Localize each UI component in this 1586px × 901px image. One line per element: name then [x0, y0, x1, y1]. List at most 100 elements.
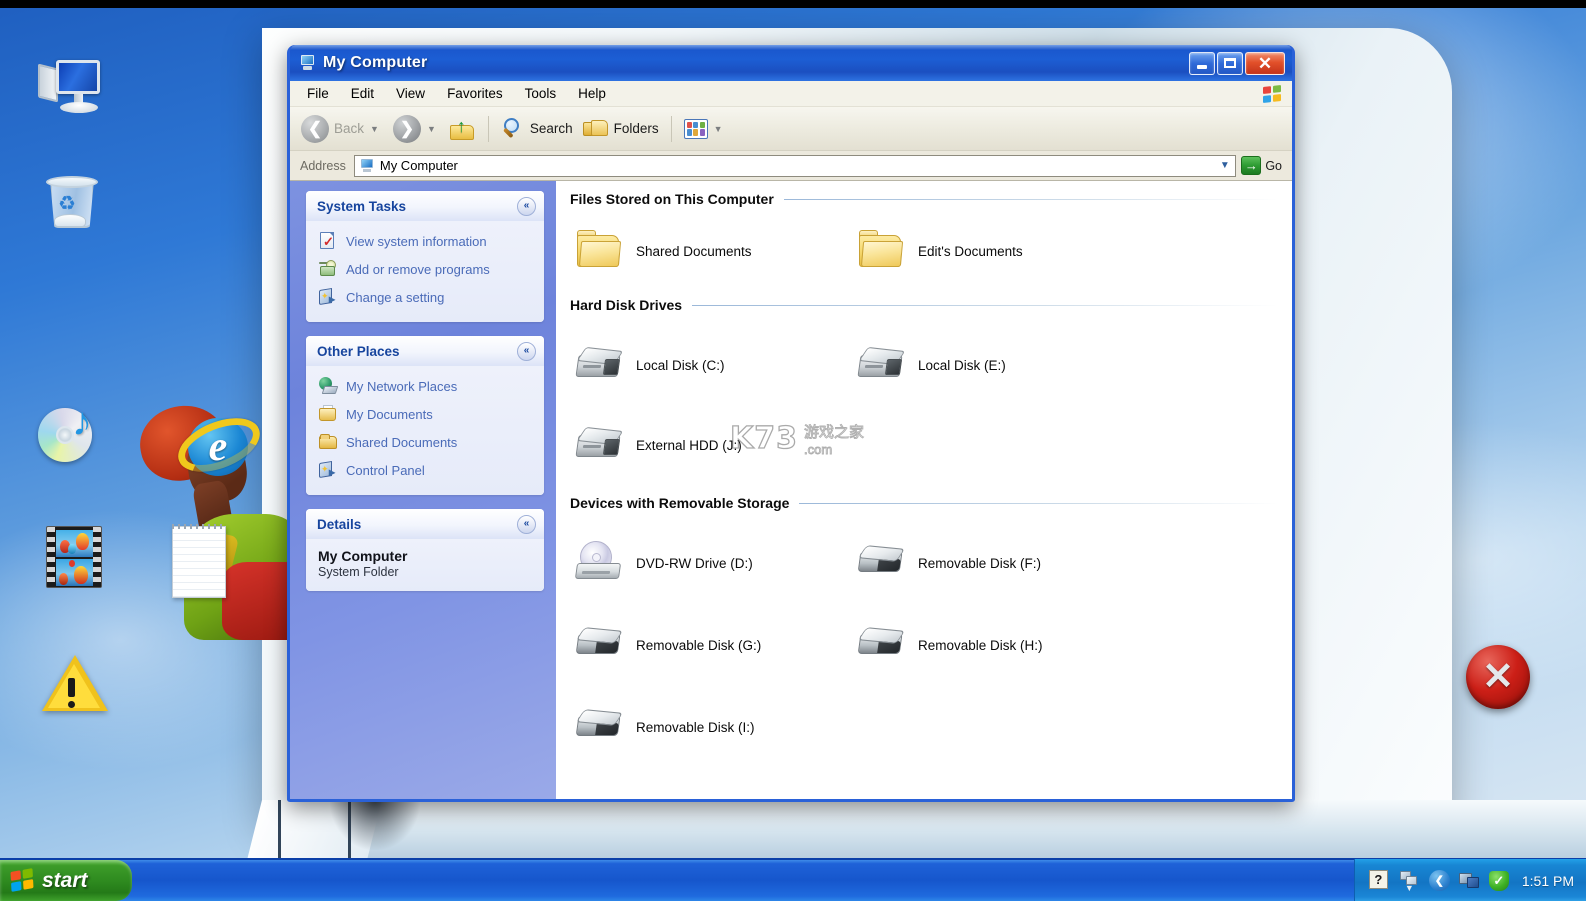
views-button[interactable]: ▼: [679, 116, 732, 142]
views-icon: [684, 119, 708, 139]
chevron-up-icon[interactable]: «: [517, 197, 536, 216]
add-remove-programs-icon: [318, 259, 338, 279]
film-strip-desktop-icon[interactable]: [38, 520, 112, 594]
menu-item-edit[interactable]: Edit: [340, 83, 385, 104]
address-label: Address: [294, 159, 354, 173]
panel-other-places-header[interactable]: Other Places «: [306, 336, 544, 366]
monitor-side-panel-icon: [38, 64, 58, 103]
folder-icon: [574, 229, 624, 273]
start-button[interactable]: start: [0, 860, 132, 901]
sidebar-item-my-documents[interactable]: My Documents: [316, 401, 538, 427]
list-item[interactable]: Removable Disk (I:): [566, 699, 848, 755]
list-item[interactable]: External HDD (J:): [566, 417, 848, 473]
removable-disk-icon: [856, 623, 906, 667]
views-dropdown-icon[interactable]: ▼: [714, 124, 723, 134]
list-item[interactable]: Edit's Documents: [848, 223, 1130, 279]
forward-dropdown-icon[interactable]: ▼: [427, 124, 436, 134]
letterbox-band: [0, 0, 1586, 8]
list-item[interactable]: Local Disk (C:): [566, 337, 848, 393]
folders-button[interactable]: Folders: [578, 115, 664, 143]
sidebar-item-add-or-remove-programs[interactable]: Add or remove programs: [316, 256, 538, 282]
menu-item-file[interactable]: File: [296, 83, 340, 104]
details-item-name: My Computer: [318, 548, 534, 564]
group-title: Devices with Removable Storage: [570, 495, 799, 511]
sidebar-item-label: Change a setting: [346, 290, 444, 305]
system-info-icon: ✓: [318, 231, 338, 251]
close-icon: ✕: [1482, 658, 1514, 696]
sidebar-item-shared-documents[interactable]: Shared Documents: [316, 429, 538, 455]
window-body: System Tasks « ✓ View system information: [290, 181, 1292, 799]
panel-details-header[interactable]: Details «: [306, 509, 544, 539]
list-item[interactable]: DVD-RW Drive (D:): [566, 535, 848, 591]
security-shield-tray-icon[interactable]: ✓: [1489, 871, 1509, 891]
sidebar-item-change-a-setting[interactable]: ✦▸ Change a setting: [316, 284, 538, 310]
network-places-icon: [318, 376, 338, 396]
group-items: Shared Documents Edit's Documents: [556, 209, 1292, 293]
chevron-up-icon[interactable]: «: [517, 515, 536, 534]
list-item[interactable]: Removable Disk (G:): [566, 617, 848, 673]
help-tray-icon[interactable]: ?: [1369, 870, 1390, 891]
notepad-spiral-icon: [172, 524, 226, 529]
media-cd-desktop-icon[interactable]: ♪: [34, 398, 108, 472]
show-hidden-icons-icon[interactable]: ❮: [1429, 870, 1450, 891]
hard-disk-icon: [574, 343, 624, 387]
address-dropdown-icon[interactable]: ▼: [1216, 156, 1233, 176]
warning-exclamation-dot-icon: [68, 701, 75, 708]
group-header[interactable]: Devices with Removable Storage: [556, 495, 1292, 511]
task-pane-sidebar: System Tasks « ✓ View system information: [290, 181, 556, 799]
back-dropdown-icon[interactable]: ▼: [370, 124, 379, 134]
close-overlay-button[interactable]: ✕: [1466, 645, 1530, 709]
list-item[interactable]: Shared Documents: [566, 223, 848, 279]
back-arrow-icon: ❮: [301, 115, 329, 143]
navigation-toolbar: ❮ Back ▼ ❯ ▼ ↑ Search: [290, 107, 1292, 151]
list-item[interactable]: Removable Disk (F:): [848, 535, 1130, 591]
group-title: Hard Disk Drives: [570, 297, 692, 313]
group-header[interactable]: Files Stored on This Computer: [556, 191, 1292, 207]
my-computer-icon: [298, 54, 316, 72]
group-header[interactable]: Hard Disk Drives: [556, 297, 1292, 313]
folder-icon: [856, 229, 906, 273]
group-devices-with-removable-storage: Devices with Removable Storage DVD-RW Dr…: [556, 495, 1292, 759]
list-item[interactable]: Local Disk (E:): [848, 337, 1130, 393]
sidebar-item-view-system-information[interactable]: ✓ View system information: [316, 228, 538, 254]
forward-button[interactable]: ❯ ▼: [388, 112, 445, 146]
menu-item-view[interactable]: View: [385, 83, 436, 104]
group-hard-disk-drives: Hard Disk Drives Local Disk (C:): [556, 297, 1292, 491]
chevron-up-icon[interactable]: «: [517, 342, 536, 361]
minimize-button[interactable]: [1189, 52, 1215, 75]
up-one-level-button[interactable]: ↑: [445, 114, 481, 144]
panel-system-tasks-header[interactable]: System Tasks «: [306, 191, 544, 221]
window-titlebar[interactable]: My Computer ✕: [290, 45, 1292, 81]
sidebar-item-label: Add or remove programs: [346, 262, 490, 277]
control-panel-icon: ✦▸: [318, 460, 338, 480]
clock[interactable]: 1:51 PM: [1518, 873, 1574, 889]
network-tray-icon[interactable]: ▼: [1399, 870, 1420, 891]
item-label: Removable Disk (F:): [918, 556, 1041, 571]
go-button[interactable]: → Go: [1236, 156, 1288, 175]
hard-disk-icon: [856, 343, 906, 387]
address-input[interactable]: My Computer ▼: [354, 155, 1236, 177]
sidebar-item-control-panel[interactable]: ✦▸ Control Panel: [316, 457, 538, 483]
menu-item-favorites[interactable]: Favorites: [436, 83, 514, 104]
item-label: External HDD (J:): [636, 438, 742, 453]
film-photo-bottom-icon: [56, 559, 94, 586]
recycle-bin-desktop-icon[interactable]: ♻: [32, 168, 106, 242]
address-value: My Computer: [380, 158, 1216, 173]
dvd-drive-icon: [574, 541, 624, 585]
file-list-pane[interactable]: Files Stored on This Computer Shared Doc…: [556, 181, 1292, 799]
group-files-stored-on-this-computer: Files Stored on This Computer Shared Doc…: [556, 191, 1292, 293]
menu-item-help[interactable]: Help: [567, 83, 617, 104]
start-label: start: [42, 869, 88, 893]
sidebar-item-my-network-places[interactable]: My Network Places: [316, 373, 538, 399]
my-computer-desktop-icon[interactable]: [30, 52, 104, 126]
search-button[interactable]: Search: [496, 114, 578, 144]
display-tray-icon[interactable]: [1459, 870, 1480, 891]
close-button[interactable]: ✕: [1245, 52, 1285, 75]
list-item[interactable]: Removable Disk (H:): [848, 617, 1130, 673]
sidebar-item-label: My Network Places: [346, 379, 457, 394]
menu-item-tools[interactable]: Tools: [514, 83, 568, 104]
maximize-button[interactable]: [1217, 52, 1243, 75]
notepad-sheet-icon: [172, 526, 226, 598]
warning-desktop-icon[interactable]: [38, 645, 112, 719]
back-button[interactable]: ❮ Back ▼: [296, 112, 388, 146]
